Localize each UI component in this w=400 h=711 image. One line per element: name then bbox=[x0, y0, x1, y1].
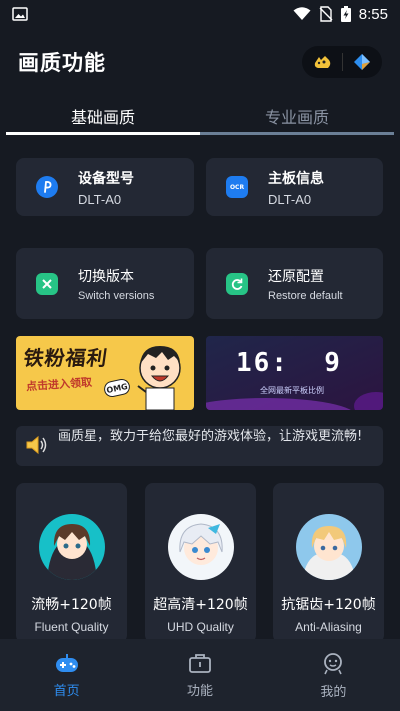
capsule-divider bbox=[341, 53, 343, 71]
notice-bar: 画质星，致力于给您最好的游戏体验，让游戏更流畅! bbox=[16, 426, 383, 466]
no-sim-icon bbox=[319, 6, 333, 22]
ratio-banner[interactable]: 16: 9 全网最新平板比例 bbox=[206, 336, 383, 410]
fluent-mode-name: 流畅+120帧 bbox=[31, 597, 112, 613]
ratio-text: 16: 9 bbox=[236, 348, 342, 378]
yellow-mascot-icon[interactable] bbox=[313, 54, 333, 70]
battery-charging-icon bbox=[340, 6, 351, 22]
cartoon-boy-illustration bbox=[137, 346, 181, 410]
fan-welfare-banner[interactable]: 铁粉福利 点击进入领取 OMG bbox=[16, 336, 194, 410]
nav-profile-label: 我的 bbox=[320, 684, 347, 700]
restore-default-subtitle: Restore default bbox=[268, 289, 343, 302]
restore-icon bbox=[226, 272, 248, 295]
blue-diamond-icon[interactable] bbox=[352, 53, 372, 71]
board-info-card[interactable]: OCR 主板信息 DLT-A0 bbox=[206, 158, 383, 216]
device-model-title: 设备型号 bbox=[78, 170, 134, 187]
notice-text: 画质星，致力于给您最好的游戏体验，让游戏更流畅! bbox=[58, 429, 363, 444]
image-notification-icon bbox=[12, 7, 28, 21]
tab-indicator bbox=[6, 132, 394, 135]
status-time: 8:55 bbox=[358, 5, 388, 23]
uhd-mode-name: 超高清+120帧 bbox=[153, 597, 248, 613]
board-info-title: 主板信息 bbox=[268, 170, 324, 187]
fluent-mode-sub: Fluent Quality bbox=[34, 620, 109, 634]
gamepad-icon bbox=[55, 653, 78, 672]
banner-welfare-text: 铁粉福利 bbox=[22, 346, 110, 370]
board-info-value: DLT-A0 bbox=[268, 191, 312, 207]
nav-home-label: 首页 bbox=[53, 683, 80, 699]
switch-version-title: 切换版本 bbox=[78, 268, 134, 285]
anti-aliasing-mode-sub: Anti-Aliasing bbox=[295, 620, 362, 634]
header-capsule bbox=[302, 46, 382, 78]
uhd-avatar bbox=[167, 514, 234, 580]
p-logo-icon bbox=[36, 176, 58, 198]
fluent-avatar bbox=[38, 514, 105, 580]
nav-profile[interactable]: 我的 bbox=[267, 639, 400, 711]
nav-features[interactable]: 功能 bbox=[133, 639, 266, 711]
mode-card-uhd[interactable]: 超高清+120帧 UHD Quality bbox=[145, 483, 256, 643]
switch-icon bbox=[36, 272, 58, 295]
ratio-caption: 全网最新平板比例 bbox=[260, 386, 324, 395]
wifi-icon bbox=[293, 7, 311, 20]
anti-aliasing-avatar bbox=[295, 514, 362, 580]
restore-default-title: 还原配置 bbox=[268, 268, 324, 285]
device-model-card[interactable]: 设备型号 DLT-A0 bbox=[16, 158, 194, 216]
status-bar: 8:55 bbox=[0, 0, 400, 28]
mode-card-fluent[interactable]: 流畅+120帧 Fluent Quality bbox=[16, 483, 127, 643]
anti-aliasing-mode-name: 抗锯齿+120帧 bbox=[281, 597, 376, 613]
robot-face-icon bbox=[324, 652, 343, 674]
speaker-icon bbox=[26, 435, 47, 455]
nav-features-label: 功能 bbox=[186, 683, 213, 699]
restore-default-card[interactable]: 还原配置 Restore default bbox=[206, 248, 383, 319]
switch-version-subtitle: Switch versions bbox=[78, 289, 155, 302]
header: 画质功能 bbox=[18, 44, 382, 80]
nav-home[interactable]: 首页 bbox=[0, 639, 133, 711]
page-title: 画质功能 bbox=[18, 51, 106, 75]
mode-card-anti-aliasing[interactable]: 抗锯齿+120帧 Anti-Aliasing bbox=[273, 483, 384, 643]
bottom-nav: 首页 功能 我的 bbox=[0, 639, 400, 711]
uhd-mode-sub: UHD Quality bbox=[167, 620, 234, 634]
ocr-icon: OCR bbox=[226, 176, 248, 198]
banner-enter-text: 点击进入领取 bbox=[25, 375, 93, 394]
switch-version-card[interactable]: 切换版本 Switch versions bbox=[16, 248, 194, 319]
device-model-value: DLT-A0 bbox=[78, 191, 122, 207]
toolbox-icon bbox=[189, 653, 211, 673]
